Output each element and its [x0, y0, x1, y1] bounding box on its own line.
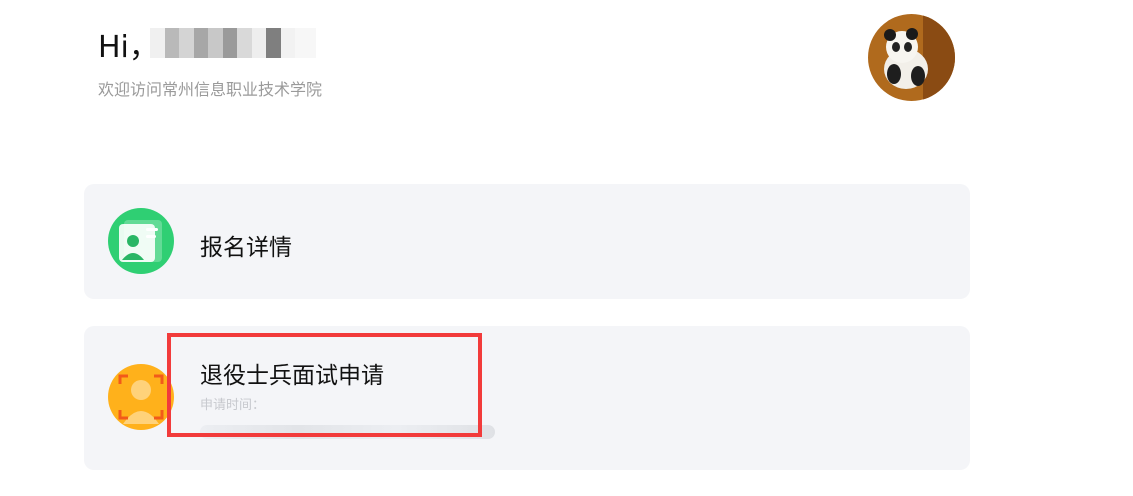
registration-details-title: 报名详情 — [200, 235, 292, 261]
id-card-icon — [108, 208, 174, 274]
registration-details-card[interactable]: 报名详情 — [84, 184, 970, 299]
face-scan-icon — [108, 364, 174, 430]
avatar[interactable] — [868, 14, 955, 101]
highlight-box — [167, 333, 482, 437]
user-name-redacted — [150, 28, 316, 58]
welcome-subtitle: 欢迎访问常州信息职业技术学院 — [98, 80, 323, 99]
